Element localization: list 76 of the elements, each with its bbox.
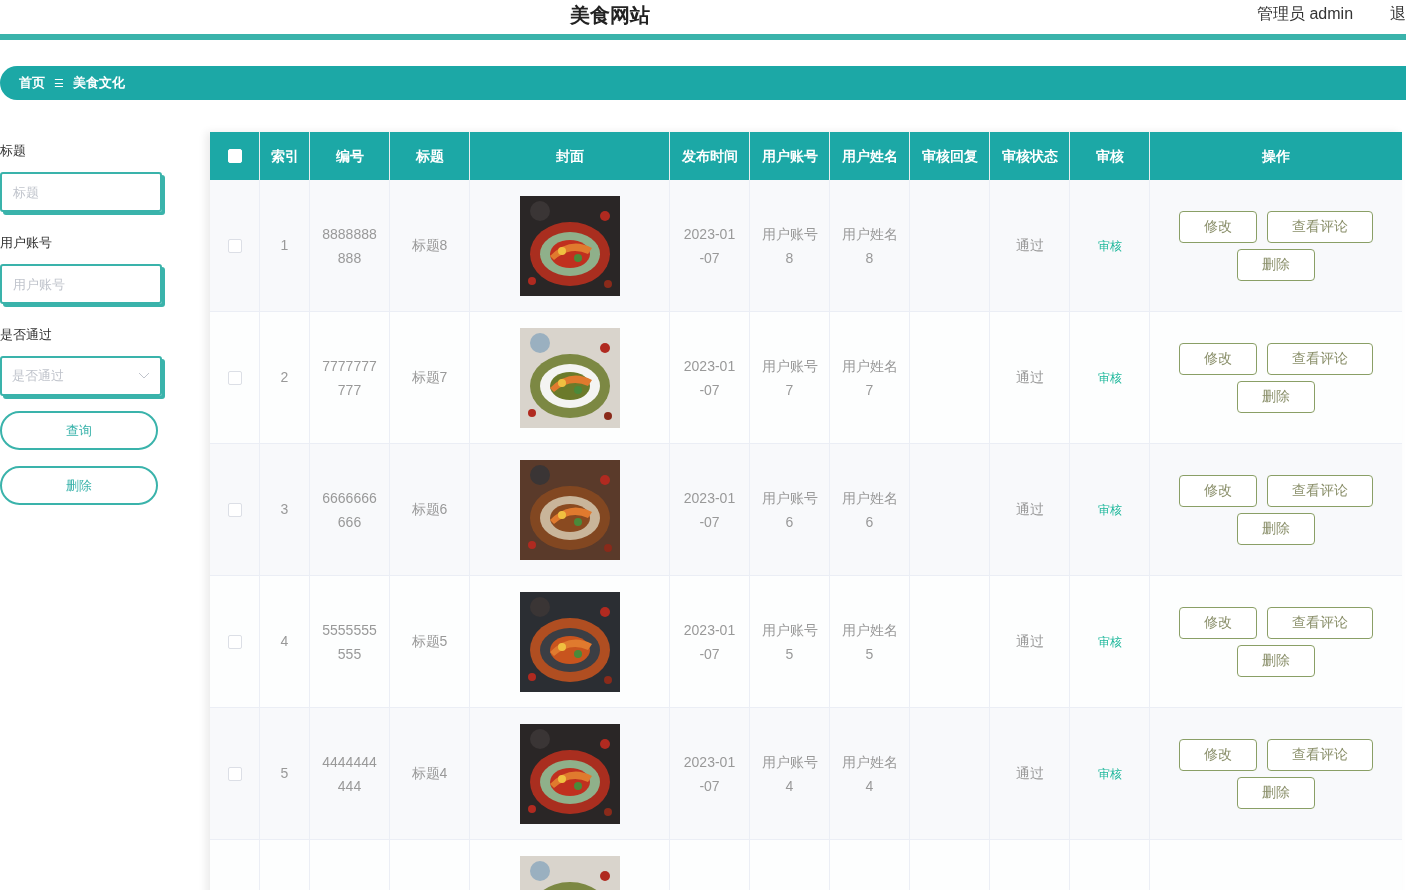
table-cell-text: 4444444444 bbox=[322, 752, 377, 796]
delete-button[interactable]: 删除 bbox=[1237, 512, 1315, 545]
logout-link[interactable]: 退 bbox=[1390, 2, 1406, 26]
table-cell-text: 用户账号8 bbox=[760, 224, 819, 268]
table-cell-text: 用户姓名6 bbox=[840, 488, 899, 532]
table-cell-text: 用户姓名7 bbox=[840, 356, 899, 400]
table-cell-text: 通过 bbox=[1015, 632, 1044, 651]
table-cell-text: 标题7 bbox=[411, 368, 448, 387]
table-cell-text: 2023-01-07 bbox=[682, 752, 737, 796]
table-cell-text: 6666666666 bbox=[322, 488, 377, 532]
checkbox[interactable] bbox=[227, 238, 242, 253]
delete-button[interactable]: 删除 bbox=[1237, 644, 1315, 677]
table-cell-text: 4 bbox=[280, 632, 289, 651]
delete-button[interactable]: 删除 bbox=[0, 466, 158, 505]
table-cell-text: 8888888888 bbox=[322, 224, 377, 268]
table-cell-text: 用户姓名8 bbox=[840, 224, 899, 268]
search-button[interactable]: 查询 bbox=[0, 411, 158, 450]
site-title: 美食网站 bbox=[570, 3, 650, 28]
checkbox[interactable] bbox=[227, 634, 242, 649]
view-comments-button[interactable]: 查看评论 bbox=[1267, 474, 1373, 507]
table-cell-text: 标题4 bbox=[411, 764, 448, 783]
delete-button[interactable]: 删除 bbox=[1237, 380, 1315, 413]
table-cell-text: 3 bbox=[280, 500, 289, 519]
view-comments-button[interactable]: 查看评论 bbox=[1267, 342, 1373, 375]
audit-link[interactable]: 审核 bbox=[1097, 500, 1122, 519]
chevron-down-icon bbox=[138, 372, 150, 380]
table-cell-text: 标题5 bbox=[411, 632, 448, 651]
table-cell-text: 7777777777 bbox=[322, 356, 377, 400]
table-cell-text: 2023-01-07 bbox=[682, 620, 737, 664]
filter-label: 是否通过 bbox=[0, 326, 53, 344]
audit-link[interactable]: 审核 bbox=[1097, 368, 1122, 387]
select-field[interactable]: 是否通过 bbox=[0, 356, 162, 396]
table-cell-text: 标题6 bbox=[411, 500, 448, 519]
edit-button[interactable]: 修改 bbox=[1179, 342, 1257, 375]
filter-label: 标题 bbox=[0, 142, 27, 160]
audit-link[interactable]: 审核 bbox=[1097, 632, 1122, 651]
table-cell-text: 通过 bbox=[1015, 368, 1044, 387]
audit-link[interactable]: 审核 bbox=[1097, 764, 1122, 783]
table-cell-text: 通过 bbox=[1015, 764, 1044, 783]
table-cell-text: 2023-01-07 bbox=[682, 488, 737, 532]
table-cell-text: 5555555555 bbox=[322, 620, 377, 664]
view-comments-button[interactable]: 查看评论 bbox=[1267, 738, 1373, 771]
table-cell-text: 2023-01-07 bbox=[682, 224, 737, 268]
breadcrumb-separator: ☰ bbox=[54, 75, 64, 91]
table-cell-text: 2023-01-07 bbox=[682, 356, 737, 400]
table-cell-text: 通过 bbox=[1015, 500, 1044, 519]
input-field[interactable]: 标题 bbox=[0, 172, 162, 212]
table-cell-text: 标题8 bbox=[411, 236, 448, 255]
edit-button[interactable]: 修改 bbox=[1179, 474, 1257, 507]
table-cell-text: 用户账号6 bbox=[760, 488, 819, 532]
audit-link[interactable]: 审核 bbox=[1097, 236, 1122, 255]
table-cell-text: 通过 bbox=[1015, 236, 1044, 255]
table-cell-text: 用户账号5 bbox=[760, 620, 819, 664]
table-cell-text: 5 bbox=[280, 764, 289, 783]
table-cell-text: 用户账号7 bbox=[760, 356, 819, 400]
checkbox[interactable] bbox=[227, 502, 242, 517]
delete-button[interactable]: 删除 bbox=[1237, 248, 1315, 281]
filter-label: 用户账号 bbox=[0, 234, 53, 252]
edit-button[interactable]: 修改 bbox=[1179, 210, 1257, 243]
view-comments-button[interactable]: 查看评论 bbox=[1267, 606, 1373, 639]
table-cell-text: 1 bbox=[280, 236, 289, 255]
table-cell-text: 用户账号4 bbox=[760, 752, 819, 796]
edit-button[interactable]: 修改 bbox=[1179, 606, 1257, 639]
delete-button[interactable]: 删除 bbox=[1237, 776, 1315, 809]
table-cell-text: 2 bbox=[280, 368, 289, 387]
checkbox[interactable] bbox=[227, 370, 242, 385]
table-cell-text: 用户姓名4 bbox=[840, 752, 899, 796]
view-comments-button[interactable]: 查看评论 bbox=[1267, 210, 1373, 243]
breadcrumb-current: 美食文化 bbox=[73, 74, 125, 93]
checkbox[interactable] bbox=[227, 766, 242, 781]
edit-button[interactable]: 修改 bbox=[1179, 738, 1257, 771]
column-header: 操作 bbox=[1261, 146, 1291, 166]
input-field[interactable]: 用户账号 bbox=[0, 264, 162, 304]
table-cell-text: 用户姓名5 bbox=[840, 620, 899, 664]
admin-user: 管理员 admin bbox=[1257, 4, 1354, 24]
breadcrumb-home[interactable]: 首页 bbox=[19, 73, 45, 93]
